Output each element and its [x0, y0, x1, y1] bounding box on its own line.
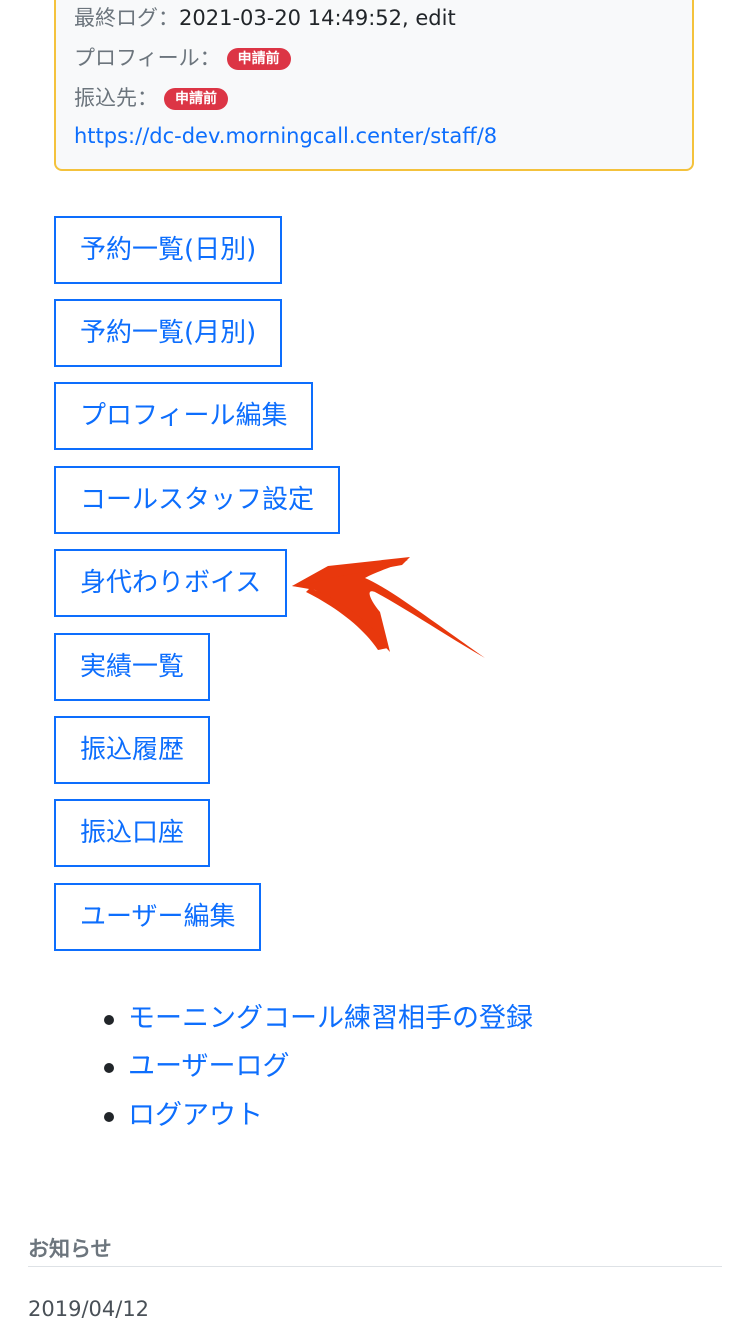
reservations-monthly-button[interactable]: 予約一覧(月別)	[54, 299, 283, 367]
substitute-voice-button[interactable]: 身代わりボイス	[54, 549, 288, 617]
transfer-status-line: 振込先： 申請前	[74, 84, 228, 112]
transfer-account-button[interactable]: 振込口座	[54, 799, 211, 867]
bullet-icon	[104, 1112, 114, 1122]
profile-edit-button[interactable]: プロフィール編集	[54, 382, 314, 450]
user-edit-button[interactable]: ユーザー編集	[54, 883, 262, 951]
practice-partner-register-link[interactable]: モーニングコール練習相手の登録	[128, 1001, 533, 1037]
bullet-icon	[104, 1015, 114, 1025]
news-divider	[28, 1266, 722, 1267]
last-log-label: 最終ログ：	[74, 6, 179, 30]
transfer-history-button[interactable]: 振込履歴	[54, 716, 211, 784]
reservations-daily-button[interactable]: 予約一覧(日別)	[54, 216, 283, 284]
transfer-status-badge: 申請前	[164, 88, 228, 110]
profile-status-badge: 申請前	[226, 48, 291, 70]
performance-list-button[interactable]: 実績一覧	[54, 633, 211, 701]
last-log-line: 最終ログ：2021-03-20 14:49:52, edit	[74, 4, 456, 32]
profile-status-line: プロフィール： 申請前	[74, 44, 291, 72]
profile-label: プロフィール：	[74, 46, 221, 70]
bullet-icon	[104, 1063, 114, 1073]
news-heading: お知らせ	[28, 1237, 112, 1261]
call-staff-settings-button[interactable]: コールスタッフ設定	[54, 466, 341, 534]
logout-link[interactable]: ログアウト	[128, 1098, 263, 1134]
staff-page-link[interactable]: https://dc-dev.morningcall.center/staff/…	[74, 124, 497, 148]
staff-info-card: 最終ログ：2021-03-20 14:49:52, edit プロフィール： 申請…	[54, 0, 694, 171]
user-log-link[interactable]: ユーザーログ	[128, 1049, 289, 1085]
transfer-label: 振込先：	[74, 86, 158, 110]
news-date: 2019/04/12	[28, 1297, 150, 1321]
staff-url-line: https://dc-dev.morningcall.center/staff/…	[74, 122, 497, 150]
last-log-value: 2021-03-20 14:49:52, edit	[179, 6, 456, 30]
annotation-arrow-icon	[292, 557, 485, 658]
